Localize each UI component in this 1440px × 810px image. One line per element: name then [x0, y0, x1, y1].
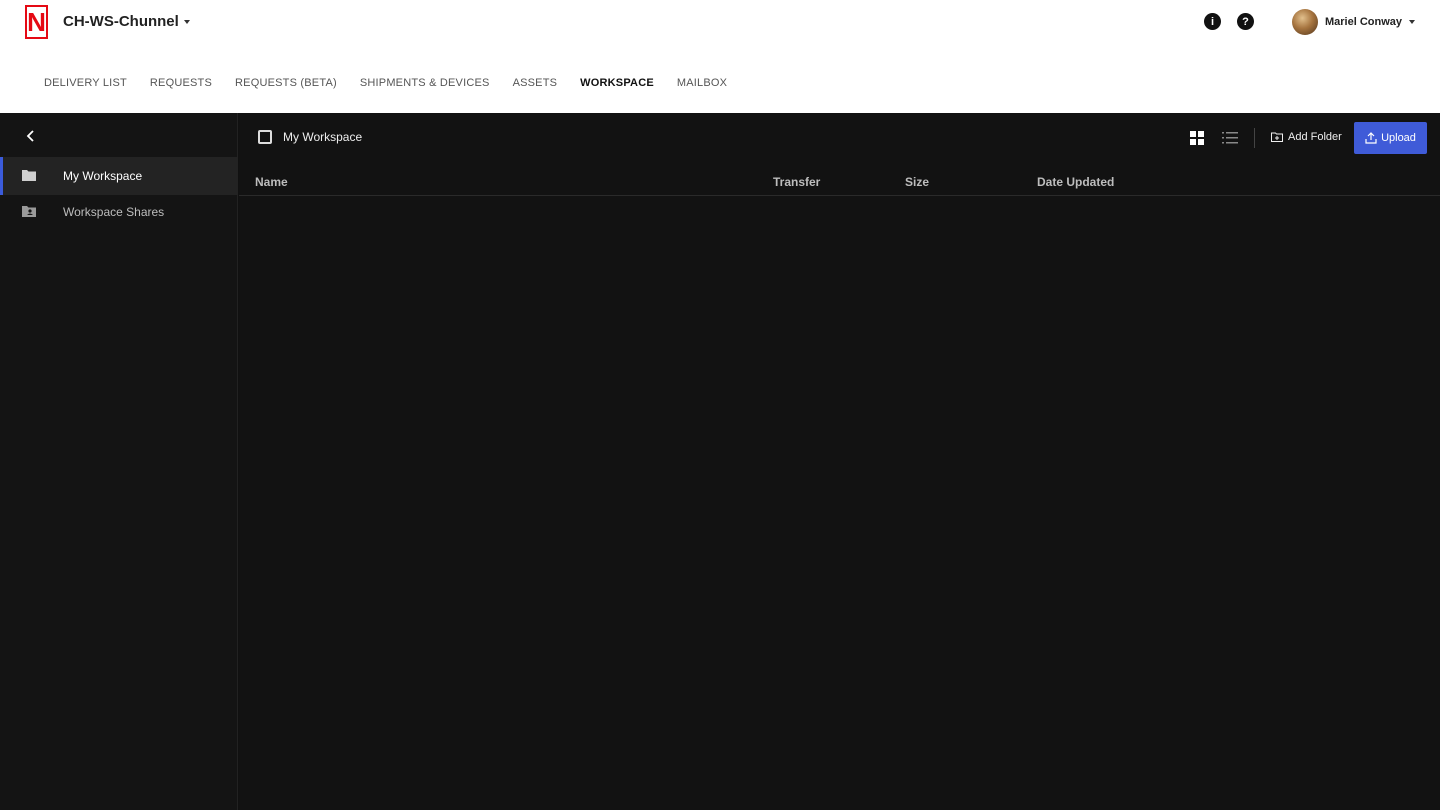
upload-label: Upload: [1381, 132, 1416, 144]
netflix-logo[interactable]: N: [25, 5, 48, 39]
sidebar-item-my-workspace[interactable]: My Workspace: [0, 157, 238, 195]
folder-icon: [22, 170, 36, 181]
logo-letter: N: [27, 7, 46, 37]
caret-down-icon: [183, 19, 190, 24]
help-icon[interactable]: ?: [1237, 13, 1254, 30]
toolbar-divider: [1254, 128, 1255, 148]
header-icons: i ?: [1204, 13, 1254, 30]
caret-down-icon: [1409, 20, 1416, 24]
upload-icon: [1365, 132, 1377, 144]
sidebar: My Workspace Workspace Shares: [0, 113, 238, 810]
nav-workspace[interactable]: WORKSPACE: [580, 77, 654, 89]
nav-requests[interactable]: REQUESTS: [150, 77, 212, 89]
select-all-checkbox[interactable]: [258, 130, 272, 144]
workspace-toolbar: My Workspace Add Folder Upload: [239, 113, 1440, 161]
column-header-transfer[interactable]: Transfer: [773, 175, 820, 189]
table-header: Name Transfer Size Date Updated: [239, 169, 1440, 196]
nav-requests-beta[interactable]: REQUESTS (BETA): [235, 77, 337, 89]
list-view-icon[interactable]: [1222, 132, 1238, 144]
column-header-name[interactable]: Name: [255, 175, 288, 189]
user-name: Mariel Conway: [1325, 16, 1403, 28]
column-header-date-updated[interactable]: Date Updated: [1037, 175, 1114, 189]
add-folder-label: Add Folder: [1288, 131, 1342, 143]
chevron-left-icon[interactable]: [24, 129, 38, 143]
add-folder-button[interactable]: Add Folder: [1271, 131, 1342, 143]
user-menu[interactable]: Mariel Conway: [1292, 9, 1416, 35]
sidebar-item-label: Workspace Shares: [63, 205, 165, 219]
sidebar-item-workspace-shares[interactable]: Workspace Shares: [0, 193, 238, 231]
info-icon[interactable]: i: [1204, 13, 1221, 30]
workspace-main: My Workspace Add Folder Upload Name Tran…: [239, 113, 1440, 810]
column-header-size[interactable]: Size: [905, 175, 929, 189]
nav-shipments-devices[interactable]: SHIPMENTS & DEVICES: [360, 77, 490, 89]
nav-delivery-list[interactable]: DELIVERY LIST: [44, 77, 127, 89]
org-switcher[interactable]: CH-WS-Chunnel: [63, 13, 190, 30]
avatar: [1292, 9, 1318, 35]
grid-view-icon[interactable]: [1190, 131, 1204, 145]
upload-button[interactable]: Upload: [1354, 122, 1427, 154]
top-header: N CH-WS-Chunnel i ? Mariel Conway DELIVE…: [0, 0, 1440, 113]
org-name: CH-WS-Chunnel: [63, 13, 179, 30]
main-nav: DELIVERY LIST REQUESTS REQUESTS (BETA) S…: [44, 77, 727, 89]
add-folder-icon: [1271, 132, 1283, 142]
nav-assets[interactable]: ASSETS: [513, 77, 558, 89]
nav-mailbox[interactable]: MAILBOX: [677, 77, 727, 89]
page-title: My Workspace: [283, 130, 363, 144]
sidebar-item-label: My Workspace: [63, 169, 143, 183]
shared-folder-icon: [22, 206, 36, 217]
